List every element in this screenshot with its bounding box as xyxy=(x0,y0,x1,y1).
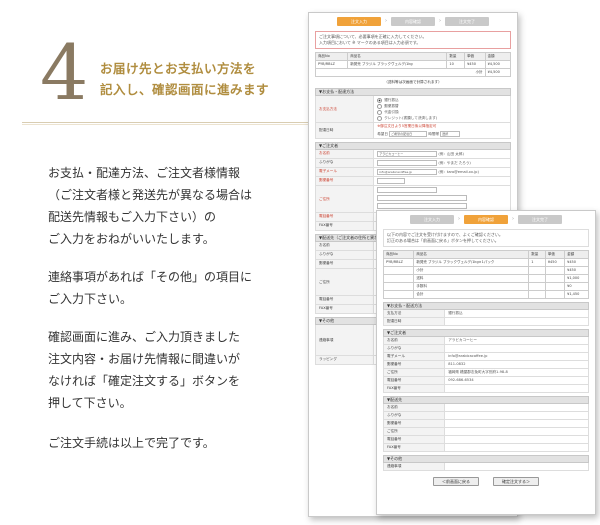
back-button[interactable]: ＜前画面に戻る xyxy=(433,477,479,486)
address2-input[interactable] xyxy=(377,203,468,209)
confirm-payment-row: 支払方法 銀行振込 xyxy=(383,310,589,318)
divider xyxy=(22,122,314,123)
address-input[interactable] xyxy=(377,195,468,201)
confirm-step-confirm: 内容確認 xyxy=(464,215,508,224)
confirm-shipping-row: ふりがな xyxy=(383,412,589,420)
confirm-shipping-row: ご住所 xyxy=(383,428,589,436)
confirm-progress-steps: 注文入力 › 内容確認 › 注文完了 xyxy=(377,215,595,224)
confirm-notice: 以下の内容でご注文を受け付けますので、よくご確認ください。 訂正のある場合は「前… xyxy=(383,229,589,247)
confirm-other-header: ▼その他 xyxy=(383,455,589,463)
divider-shadow xyxy=(22,124,314,125)
delivery-row: 配達日時 ※御注文日より5営業日後以降指定可 希望日 ご希望の配達日 時間帯 選… xyxy=(315,123,511,139)
confirm-order-button[interactable]: 確定注文する＞ xyxy=(493,477,539,486)
confirm-shipping-row: 郵便番号 xyxy=(383,420,589,428)
confirm-buttons: ＜前画面に戻る 確定注文する＞ xyxy=(377,477,595,486)
zip-input[interactable] xyxy=(377,178,406,184)
step-confirm: 内容確認 xyxy=(391,17,435,26)
cart-subtotal-row: 小計 ¥4,500 xyxy=(315,68,512,77)
confirm-cart-row: 合計 ¥1,450 xyxy=(382,290,589,299)
progress-steps: 注文入力 › 内容確認 › 注文完了 xyxy=(309,17,517,26)
confirm-cart-table: 商品No 商品名 数量 単価 金額 PYB/RBLZ 新発売 ブラジル ブラックヴ… xyxy=(382,250,589,299)
confirm-orderer-row: ご住所 福岡県 糟屋郡志免町大字別府1-98-8 xyxy=(383,369,589,377)
confirm-orderer-row: 電話番号 092-686-6534 xyxy=(383,377,589,385)
confirm-cart-row: 手数料 ¥0 xyxy=(382,282,589,291)
confirm-cart-row: 送料 ¥1,000 xyxy=(382,274,589,283)
orderer-row-name: お名前 アラビカコーヒー (例：山田 太郎) xyxy=(315,150,511,159)
confirm-orderer-row: お名前 アラビカコーヒー xyxy=(383,337,589,345)
step-complete: 注文完了 xyxy=(445,17,489,26)
confirm-cart-row: 小計 ¥450 xyxy=(382,266,589,275)
step-number: 4 xyxy=(40,28,89,117)
confirm-cart-header: 商品No 商品名 数量 単価 金額 xyxy=(382,250,589,259)
email-input[interactable]: info@arabicacoffee.jp xyxy=(377,169,438,175)
cart-table: 商品No 商品名 数量 単価 金額 PYB/RBLZ 新発売 ブラジル ブラック… xyxy=(314,52,512,77)
paragraph-complete: ご注文手続は以上で完了です。 xyxy=(48,436,215,450)
confirm-orderer-row: ふりがな xyxy=(383,345,589,353)
step-title-line2: 記入し、確認画面に進みます xyxy=(100,82,270,97)
cart-header-row: 商品No 商品名 数量 単価 金額 xyxy=(314,52,512,61)
step-order-input: 注文入力 xyxy=(337,17,381,26)
delivery-note: ※御注文日より5営業日後以降指定可 xyxy=(377,124,437,128)
confirm-orderer-row: FAX番号 xyxy=(383,385,589,393)
confirm-shipping-row: FAX番号 xyxy=(383,444,589,452)
delivery-time-select[interactable]: 選択 xyxy=(440,131,461,137)
confirm-orderer-header: ▼ご注文者 xyxy=(383,329,589,337)
step-title-line1: お届け先とお支払い方法を xyxy=(100,61,257,76)
orderer-row-email: 電子メール info@arabicacoffee.jp (例：taro@email… xyxy=(315,168,511,177)
name-input[interactable]: アラビカコーヒー xyxy=(377,151,438,157)
confirm-orderer-row: 郵便番号 811-0832 xyxy=(383,361,589,369)
paragraph-confirm-instructions: 確認画面に進み、ご入力頂きました 注文内容・お届け先情報に間違いが なければ「確… xyxy=(48,330,241,410)
payment-method-row: お支払方法 銀行振込 郵便振替 代金引換 クレジット(書類して決済します) xyxy=(315,96,511,123)
paragraph-input-instructions: お支払・配達方法、ご注文者様情報 （ご注文者様と発送先が異なる場合は 配送先情報… xyxy=(48,166,253,246)
orderer-row-zip: 郵便番号 xyxy=(315,177,511,186)
orderer-row-kana: ふりがな (例：やまだ たろう) xyxy=(315,159,511,168)
paragraph-contact-instructions: 連絡事項があれば「その他」の項目に ご入力下さい。 xyxy=(48,270,253,306)
confirm-step-input: 注文入力 xyxy=(410,215,454,224)
confirm-payment-header: ▼お支払・配送方法 xyxy=(383,302,589,310)
form-notice: ご注文事項について、必要事項を正確に入力してください。 入力項目において ※ マ… xyxy=(315,31,511,49)
cart-item-row: PYB/RBLZ 新発売 ブラジル ブラックヴェルデ/1kg 10 ¥450 ¥… xyxy=(314,60,512,69)
delivery-date-select[interactable]: ご希望の配達日 xyxy=(389,131,428,137)
confirm-step-complete: 注文完了 xyxy=(518,215,562,224)
confirm-cart-row: PYB/RBLZ 新発売 ブラジル ブラックヴェルデ/1kg×1パック 1 ¥450 ¥… xyxy=(382,258,589,267)
kana-input[interactable] xyxy=(377,160,438,166)
tax-note: （送料等は次画面で計算されます） xyxy=(384,80,442,84)
radio-credit-card[interactable]: クレジット(書類して決済します) xyxy=(377,115,507,121)
confirm-delivery-row: 配達日時 xyxy=(383,318,589,326)
confirm-shipping-row: お名前 xyxy=(383,404,589,412)
confirm-shipping-row: 電話番号 xyxy=(383,436,589,444)
orderer-section-header: ▼ご注文者 xyxy=(315,142,511,150)
confirm-screen-screenshot: 注文入力 › 内容確認 › 注文完了 以下の内容でご注文を受け付けますので、よく… xyxy=(376,210,596,515)
confirm-orderer-row: 電子メール info@arabicacoffee.jp xyxy=(383,353,589,361)
confirm-other-row: 連絡事項 xyxy=(383,463,589,471)
confirm-shipping-header: ▼配送先 xyxy=(383,396,589,404)
prefecture-select[interactable] xyxy=(377,187,438,193)
payment-section-header: ▼お支払・配達方法 xyxy=(315,88,511,96)
orderer-row-address: ご住所 xyxy=(315,186,511,213)
step-title: お届け先とお支払い方法を 記入し、確認画面に進みます xyxy=(100,58,300,100)
